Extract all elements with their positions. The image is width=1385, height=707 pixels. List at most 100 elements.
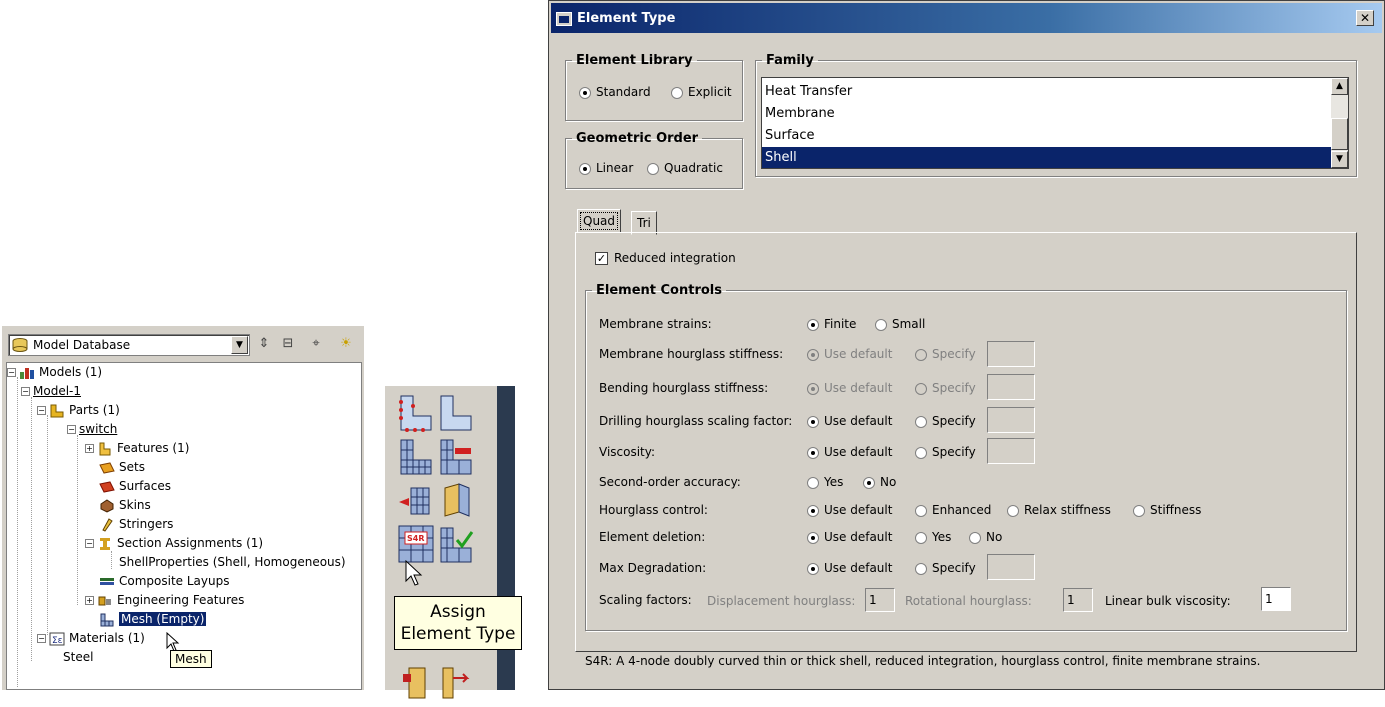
drilling-hourglass-input[interactable] <box>987 407 1035 433</box>
tree-toolbar: Model Database ▼ ⇕ ⊟ ⌖ ☀ <box>6 330 364 360</box>
finite-radio[interactable]: Finite <box>807 315 856 333</box>
second-order-no-radio[interactable]: No <box>863 473 896 491</box>
tree-item-surfaces[interactable]: Surfaces <box>99 477 171 496</box>
scroll-down-icon[interactable]: ▼ <box>1331 151 1348 168</box>
checkmark-icon: ✓ <box>595 252 608 265</box>
displacement-hourglass-input[interactable]: 1 <box>865 588 895 612</box>
parts-icon <box>50 404 64 417</box>
scaling-factors-label: Scaling factors: <box>599 593 692 607</box>
explicit-radio[interactable]: Explicit <box>671 83 732 101</box>
degradation-default-radio[interactable]: Use default <box>807 559 892 577</box>
hourglass-default-radio[interactable]: Use default <box>807 501 892 519</box>
dropdown-value: Model Database <box>33 338 131 352</box>
edit-mesh-tool[interactable] <box>437 664 475 704</box>
hourglass-control-label: Hourglass control: <box>599 503 708 517</box>
deletion-yes-radio[interactable]: Yes <box>915 528 951 546</box>
tree-item-features[interactable]: + Features (1) <box>85 439 189 458</box>
reduced-integration-checkbox[interactable]: ✓ Reduced integration <box>595 249 736 267</box>
database-icon <box>12 338 28 352</box>
tree-item-mesh[interactable]: Mesh (Empty) <box>99 610 207 629</box>
tree-item-shell-properties[interactable]: ShellProperties (Shell, Homogeneous) <box>119 553 346 572</box>
virtual-topology-tool[interactable] <box>437 480 475 520</box>
chevron-down-icon[interactable]: ▼ <box>231 336 248 354</box>
verify-mesh-tool[interactable] <box>437 524 475 564</box>
max-degradation-label: Max Degradation: <box>599 561 707 575</box>
hourglass-enhanced-radio[interactable]: Enhanced <box>915 501 991 519</box>
family-item[interactable]: Membrane <box>765 103 835 125</box>
model-database-dropdown[interactable]: Model Database ▼ <box>8 334 250 356</box>
seed-edges-tool[interactable] <box>437 392 475 432</box>
membrane-hourglass-specify-radio[interactable]: Specify <box>915 345 976 363</box>
bending-hourglass-specify-radio[interactable]: Specify <box>915 379 976 397</box>
deletion-default-radio[interactable]: Use default <box>807 528 892 546</box>
tree-item-model-1[interactable]: − Model-1 <box>21 382 81 401</box>
model-tree: − Models (1) − Model-1 − Parts (1) − switch … <box>6 362 362 690</box>
tree-item-engineering-features[interactable]: + Engineering Features <box>85 591 244 610</box>
linear-bulk-viscosity-input[interactable]: 1 <box>1261 587 1291 611</box>
svg-text:S4R: S4R <box>407 534 425 543</box>
filter-tree-icon[interactable]: ⌖ <box>306 334 326 354</box>
family-item-selected[interactable]: Shell <box>762 147 1332 168</box>
linear-bulk-viscosity-label: Linear bulk viscosity: <box>1105 594 1231 608</box>
viscosity-default-radio[interactable]: Use default <box>807 443 892 461</box>
quadratic-radio[interactable]: Quadratic <box>647 159 723 177</box>
second-order-label: Second-order accuracy: <box>599 475 741 489</box>
scroll-thumb[interactable] <box>1331 118 1348 150</box>
tree-item-skins[interactable]: Skins <box>99 496 151 515</box>
scroll-up-icon[interactable]: ▲ <box>1331 78 1348 95</box>
membrane-hourglass-input[interactable] <box>987 341 1035 367</box>
sort-arrows-icon[interactable]: ⇕ <box>254 334 274 354</box>
second-order-yes-radio[interactable]: Yes <box>807 473 843 491</box>
radio-explicit-icon <box>671 86 683 99</box>
bending-hourglass-default-radio[interactable]: Use default <box>807 379 892 397</box>
family-item[interactable]: Heat Transfer <box>765 81 852 103</box>
drilling-default-radio[interactable]: Use default <box>807 412 892 430</box>
tree-item-parts[interactable]: − Parts (1) <box>37 401 120 420</box>
family-listbox[interactable]: Heat Transfer Membrane Surface Shell ▲ ▼ <box>761 77 1349 169</box>
close-button[interactable]: ✕ <box>1356 10 1374 26</box>
drilling-specify-radio[interactable]: Specify <box>915 412 976 430</box>
tree-item-composite-layups[interactable]: Composite Layups <box>99 572 229 591</box>
engineering-features-icon <box>98 596 111 605</box>
linear-radio[interactable]: Linear <box>579 159 633 177</box>
lightbulb-icon[interactable]: ☀ <box>336 334 356 354</box>
collapse-tree-icon[interactable]: ⊟ <box>278 334 298 354</box>
standard-radio[interactable]: Standard <box>579 83 651 101</box>
hourglass-relax-stiffness-radio[interactable]: Relax stiffness <box>1007 501 1111 519</box>
delete-mesh-tool[interactable] <box>437 436 475 476</box>
tab-quad[interactable]: Quad <box>577 209 622 233</box>
element-deletion-label: Element deletion: <box>599 530 706 544</box>
mesh-tooltip: Mesh <box>170 650 212 668</box>
skins-icon <box>100 498 114 513</box>
mesh-part-tool[interactable] <box>397 436 435 476</box>
deletion-no-radio[interactable]: No <box>969 528 1002 546</box>
tree-item-switch[interactable]: − switch <box>67 420 117 439</box>
small-radio[interactable]: Small <box>875 315 925 333</box>
drilling-hourglass-label: Drilling hourglass scaling factor: <box>599 414 793 428</box>
tree-item-section-assignments[interactable]: − Section Assignments (1) <box>85 534 263 553</box>
composite-layups-icon <box>100 577 114 585</box>
tree-item-models[interactable]: − Models (1) <box>7 363 102 382</box>
mesh-icon <box>100 613 114 626</box>
surfaces-icon <box>99 480 115 493</box>
hourglass-stiffness-radio[interactable]: Stiffness <box>1133 501 1201 519</box>
bending-hourglass-input[interactable] <box>987 374 1035 400</box>
dialog-titlebar: Element Type ✕ <box>551 3 1382 33</box>
partition-tool[interactable] <box>397 480 435 520</box>
membrane-hourglass-default-radio[interactable]: Use default <box>807 345 892 363</box>
max-degradation-input[interactable] <box>987 554 1035 580</box>
degradation-specify-radio[interactable]: Specify <box>915 559 976 577</box>
assign-element-type-tool[interactable]: S4R <box>397 524 435 564</box>
rotational-hourglass-input[interactable]: 1 <box>1063 588 1093 612</box>
tree-item-stringers[interactable]: Stringers <box>99 515 173 534</box>
family-item[interactable]: Surface <box>765 125 815 147</box>
family-scrollbar[interactable]: ▲ ▼ <box>1331 78 1348 168</box>
tree-item-materials[interactable]: − Σε Materials (1) <box>37 629 145 648</box>
viscosity-input[interactable] <box>987 438 1035 464</box>
tree-item-sets[interactable]: Sets <box>99 458 145 477</box>
tree-item-steel[interactable]: Steel <box>63 648 93 667</box>
seed-part-tool[interactable] <box>397 392 435 432</box>
viscosity-specify-radio[interactable]: Specify <box>915 443 976 461</box>
mesh-region-tool[interactable] <box>397 664 435 704</box>
membrane-hourglass-label: Membrane hourglass stiffness: <box>599 347 784 361</box>
